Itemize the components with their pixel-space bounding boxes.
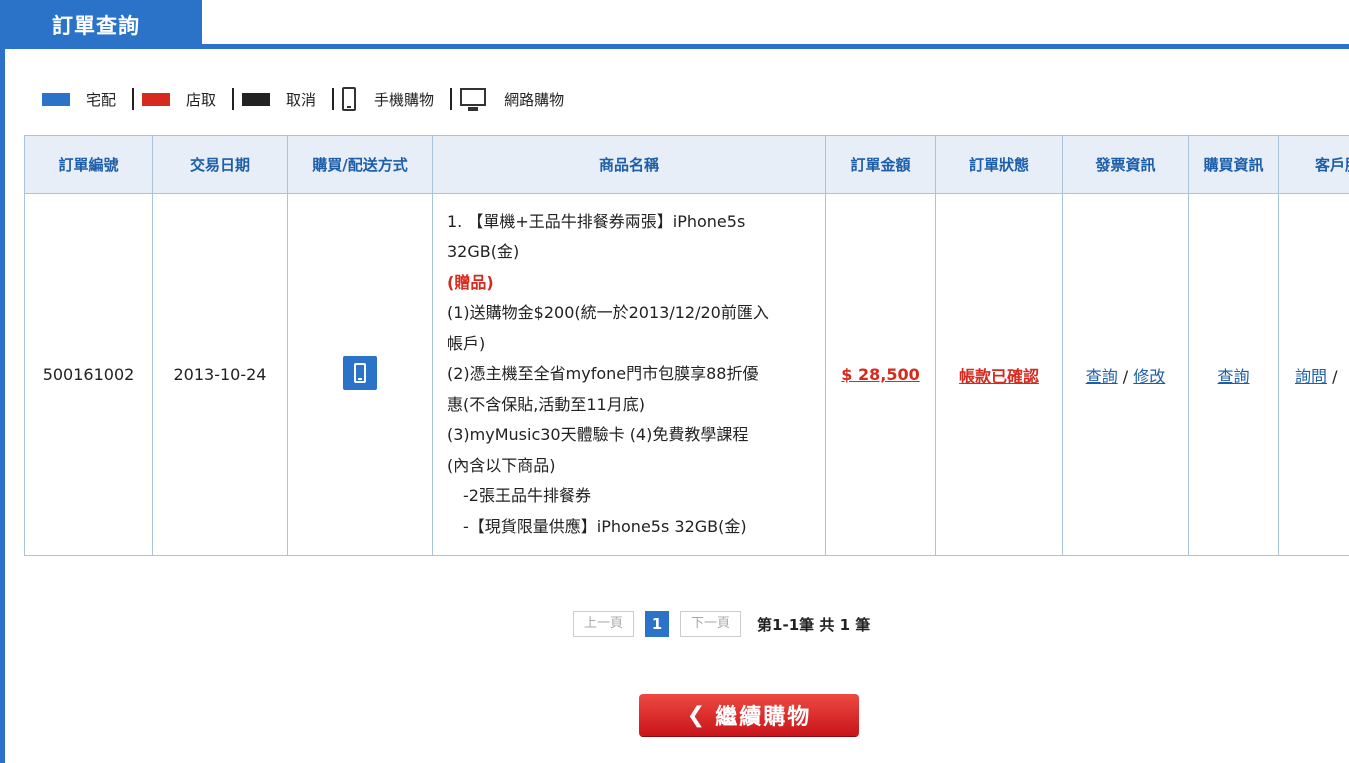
product-line: 帳戶): [447, 333, 486, 353]
col-product: 商品名稱: [432, 135, 826, 194]
col-method: 購買/配送方式: [287, 135, 433, 194]
customer-service-cell: 詢問 /: [1278, 193, 1349, 556]
order-date: 2013-10-24: [152, 193, 288, 556]
legend-label: 取消: [286, 90, 317, 109]
purchase-info-cell: 查詢: [1188, 193, 1279, 556]
desktop-icon: [460, 88, 487, 111]
product-line: -2張王品牛排餐券: [463, 486, 591, 506]
pagination-info: 第1-1筆 共 1 筆: [757, 615, 871, 634]
link-separator: /: [1327, 366, 1338, 386]
col-order-no: 訂單編號: [24, 135, 153, 194]
order-status-cell: 帳款已確認: [935, 193, 1063, 556]
continue-shopping-button[interactable]: ❮ 繼續購物: [639, 694, 859, 736]
phone-icon: [342, 87, 357, 111]
order-number: 500161002: [24, 193, 153, 556]
legend-label: 手機購物: [374, 90, 435, 109]
col-date: 交易日期: [152, 135, 288, 194]
continue-shopping-label: 繼續購物: [715, 705, 812, 730]
product-line: (1)送購物金$200(統一於2013/12/20前匯入: [447, 303, 769, 323]
service-ask-link[interactable]: 詢問: [1295, 367, 1327, 386]
mobile-purchase-icon: [343, 355, 377, 390]
legend-separator: [132, 88, 135, 110]
prev-page-button[interactable]: 上一頁: [573, 611, 635, 637]
col-purchase-info: 購買資訊: [1188, 135, 1279, 194]
legend-cancelled: 取消: [242, 89, 316, 110]
next-page-button[interactable]: 下一頁: [680, 611, 742, 637]
legend-separator: [232, 88, 235, 110]
legend-store-pickup: 店取: [142, 89, 216, 110]
legend-label: 店取: [186, 90, 217, 109]
legend-home-delivery: 宅配: [42, 89, 116, 110]
col-customer-service: 客戶服: [1278, 135, 1349, 194]
order-status-link[interactable]: 帳款已確認: [959, 367, 1039, 386]
home-delivery-swatch: [42, 92, 70, 106]
page-title: 訂單查詢: [0, 0, 202, 46]
product-line: 惠(不含保貼,活動至11月底): [447, 394, 645, 414]
product-line: (2)憑主機至全省myfone門市包膜享88折優: [447, 364, 759, 384]
order-query-page: 訂單查詢 宅配 店取 取消 手機購物 網路購物 訂單編號 交易日期 購買/配送方…: [0, 0, 1349, 763]
product-line: (3)myMusic30天體驗卡 (4)免費教學課程: [447, 425, 749, 445]
product-line: 32GB(金): [447, 242, 520, 262]
order-method: [287, 193, 433, 556]
legend-separator: [332, 88, 335, 110]
legend-web-purchase: 網路購物: [460, 88, 565, 111]
legend-label: 網路購物: [504, 90, 565, 109]
current-page[interactable]: 1: [645, 611, 670, 637]
product-line: 1. 【單機+王品牛排餐券兩張】iPhone5s: [447, 211, 746, 231]
table-header-row: 訂單編號 交易日期 購買/配送方式 商品名稱 訂單金額 訂單狀態 發票資訊 購買…: [24, 135, 1349, 194]
link-separator: /: [1117, 366, 1134, 386]
left-border: [0, 44, 5, 763]
invoice-query-link[interactable]: 查詢: [1086, 367, 1118, 386]
invoice-edit-link[interactable]: 修改: [1133, 367, 1165, 386]
legend: 宅配 店取 取消 手機購物 網路購物: [42, 86, 564, 112]
store-pickup-swatch: [142, 92, 171, 106]
legend-separator: [450, 88, 453, 110]
col-status: 訂單狀態: [935, 135, 1063, 194]
order-amount-cell: $ 28,500: [825, 193, 936, 556]
invoice-cell: 查詢 / 修改: [1062, 193, 1189, 556]
col-amount: 訂單金額: [825, 135, 936, 194]
table-row: 500161002 2013-10-24 1. 【單機+王品牛排餐券兩張】iPh…: [24, 193, 1349, 556]
legend-label: 宅配: [86, 90, 117, 109]
gift-label: (贈品): [447, 272, 494, 292]
chevron-left-icon: ❮: [686, 702, 708, 728]
col-invoice: 發票資訊: [1062, 135, 1189, 194]
purchase-query-link[interactable]: 查詢: [1217, 367, 1249, 386]
header-divider: [0, 44, 1349, 49]
cancelled-swatch: [242, 92, 271, 106]
orders-table: 訂單編號 交易日期 購買/配送方式 商品名稱 訂單金額 訂單狀態 發票資訊 購買…: [24, 135, 1349, 556]
product-line: -【現貨限量供應】iPhone5s 32GB(金): [463, 516, 747, 536]
product-name: 1. 【單機+王品牛排餐券兩張】iPhone5s 32GB(金) (贈品) (1…: [432, 193, 826, 556]
order-amount-link[interactable]: $ 28,500: [841, 365, 919, 384]
pagination: 上一頁 1 下一頁 第1-1筆 共 1 筆: [573, 611, 870, 637]
product-line: (內含以下商品): [447, 455, 556, 475]
legend-mobile-purchase: 手機購物: [342, 87, 434, 111]
